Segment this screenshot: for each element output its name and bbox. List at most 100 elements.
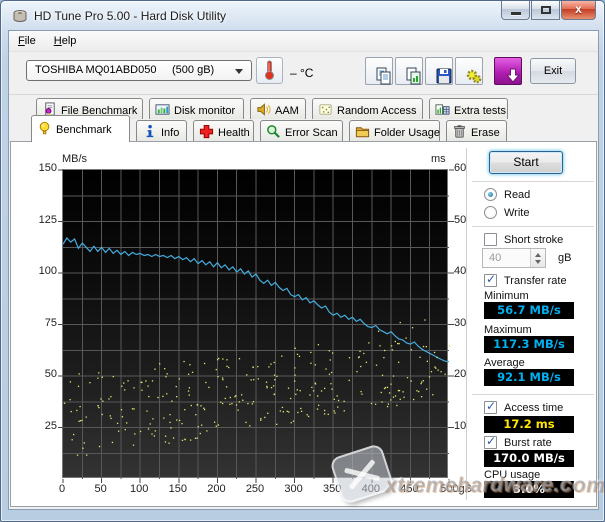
maximize-button[interactable] xyxy=(531,1,560,20)
burst-rate-label: Burst rate xyxy=(504,437,552,449)
tab-benchmark[interactable]: Benchmark xyxy=(31,115,130,142)
panel-separator xyxy=(466,148,467,500)
temperature-value: – °C xyxy=(290,66,314,80)
tab-random-access[interactable]: Random Access xyxy=(312,98,423,119)
tab-aam[interactable]: AAM xyxy=(250,98,306,119)
minimum-value: 56.7 MB/s xyxy=(484,302,574,319)
axis-tick: 250 xyxy=(245,483,265,495)
tab-label: Health xyxy=(218,127,250,139)
menu-help[interactable]: Help xyxy=(45,31,86,50)
axis-tick: 0 xyxy=(58,483,66,495)
axis-tick: 100 xyxy=(38,265,57,277)
benchmark-tab-page: MB/s ms 150 125 100 75 50 25 60 50 40 30 20 10 0 50 10… xyxy=(10,141,604,507)
watermark-text: xtremehardware.com xyxy=(385,474,605,497)
write-radio[interactable] xyxy=(484,206,497,219)
thermometer-icon xyxy=(265,60,274,80)
folder-usage-icon xyxy=(355,124,370,142)
chevron-down-icon xyxy=(235,69,243,74)
copy-button[interactable] xyxy=(365,57,393,85)
tab-folder-usage[interactable]: Folder Usage xyxy=(349,120,440,141)
axis-tick: 40 xyxy=(454,265,467,277)
axis-tick: 125 xyxy=(38,213,57,226)
health-icon xyxy=(199,124,214,142)
disk-monitor-icon xyxy=(155,102,170,120)
tab-error-scan[interactable]: Error Scan xyxy=(260,120,343,141)
close-icon: x xyxy=(575,2,582,16)
axis-tick: 30 xyxy=(454,316,467,329)
axis-tick: 50 xyxy=(94,483,107,495)
divider xyxy=(472,181,594,182)
axis-tick: 100 xyxy=(130,483,149,495)
axis-tick: 200 xyxy=(207,483,226,495)
title-bar[interactable]: HD Tune Pro 5.00 - Hard Disk Utility x xyxy=(1,1,604,31)
access-time-checkbox[interactable] xyxy=(484,399,497,414)
burst-rate-checkbox[interactable] xyxy=(484,434,497,449)
benchmark-icon xyxy=(37,121,52,139)
axis-tick: 300 xyxy=(284,483,303,495)
options-button[interactable] xyxy=(455,57,483,85)
tab-label: Error Scan xyxy=(285,127,338,139)
axis-tick: 75 xyxy=(44,316,57,329)
write-label: Write xyxy=(504,207,530,219)
menu-bar: File Help xyxy=(9,31,598,52)
axis-tick: 60 xyxy=(454,162,467,174)
burst-rate-value: 170.0 MB/s xyxy=(484,450,574,467)
erase-icon xyxy=(452,124,467,142)
save-button[interactable] xyxy=(425,57,453,85)
average-label: Average xyxy=(484,357,525,369)
tab-info[interactable]: Info xyxy=(136,120,187,141)
client-area: File Help TOSHIBA MQ01ABD050 (500 gB) – °… xyxy=(8,30,604,510)
read-radio[interactable] xyxy=(484,188,497,201)
drive-size: (500 gB) xyxy=(172,64,215,76)
spinner-arrows[interactable] xyxy=(530,249,545,267)
tab-label: Extra tests xyxy=(454,105,506,117)
access-time-label: Access time xyxy=(504,402,564,414)
transfer-rate-checkbox[interactable] xyxy=(484,272,497,287)
short-stroke-input[interactable]: 40 xyxy=(482,248,546,268)
menu-file[interactable]: File xyxy=(9,31,45,50)
drive-model: TOSHIBA MQ01ABD050 xyxy=(35,64,157,76)
extra-tests-icon xyxy=(435,102,450,120)
short-stroke-label: Short stroke xyxy=(504,234,564,246)
start-button[interactable]: Start xyxy=(489,151,563,174)
tab-extra-tests[interactable]: Extra tests xyxy=(429,98,508,119)
read-label: Read xyxy=(504,189,531,201)
temperature-button[interactable] xyxy=(256,57,283,84)
update-button[interactable] xyxy=(494,57,522,85)
minimize-button[interactable] xyxy=(501,1,530,20)
start-label: Start xyxy=(513,155,539,169)
app-icon xyxy=(12,8,28,24)
random-access-icon xyxy=(318,102,333,120)
left-axis-unit: MB/s xyxy=(62,153,88,165)
maximum-value: 117.3 MB/s xyxy=(484,336,574,353)
drive-select[interactable]: TOSHIBA MQ01ABD050 (500 gB) xyxy=(26,60,252,81)
exit-button[interactable]: Exit xyxy=(530,58,576,84)
app-window: HD Tune Pro 5.00 - Hard Disk Utility x F… xyxy=(0,0,605,522)
short-stroke-unit: gB xyxy=(558,252,572,264)
divider xyxy=(472,394,594,395)
tab-erase[interactable]: Erase xyxy=(446,120,507,141)
maximum-label: Maximum xyxy=(484,324,532,336)
right-axis-unit: ms xyxy=(431,153,446,165)
short-stroke-checkbox[interactable] xyxy=(484,233,497,246)
tab-label: Random Access xyxy=(337,105,417,117)
tab-label: Erase xyxy=(471,127,500,139)
access-time-value: 17.2 ms xyxy=(484,416,574,433)
minimize-icon xyxy=(511,12,521,15)
info-icon xyxy=(142,124,157,142)
tab-label: Info xyxy=(161,127,180,139)
axis-tick: 20 xyxy=(454,368,467,380)
axis-tick: 150 xyxy=(38,162,57,174)
tab-health[interactable]: Health xyxy=(193,120,254,141)
spin-up-icon xyxy=(535,253,541,257)
exit-label: Exit xyxy=(543,65,563,77)
tab-label: Benchmark xyxy=(56,124,112,136)
axis-tick: 150 xyxy=(168,483,187,495)
error-scan-icon xyxy=(266,124,281,142)
close-button[interactable]: x xyxy=(561,1,596,20)
aam-icon xyxy=(256,102,271,120)
tab-label: AAM xyxy=(275,105,299,117)
tab-disk-monitor[interactable]: Disk monitor xyxy=(149,98,244,119)
copy-image-button[interactable] xyxy=(395,57,423,85)
minimum-label: Minimum xyxy=(484,290,529,302)
